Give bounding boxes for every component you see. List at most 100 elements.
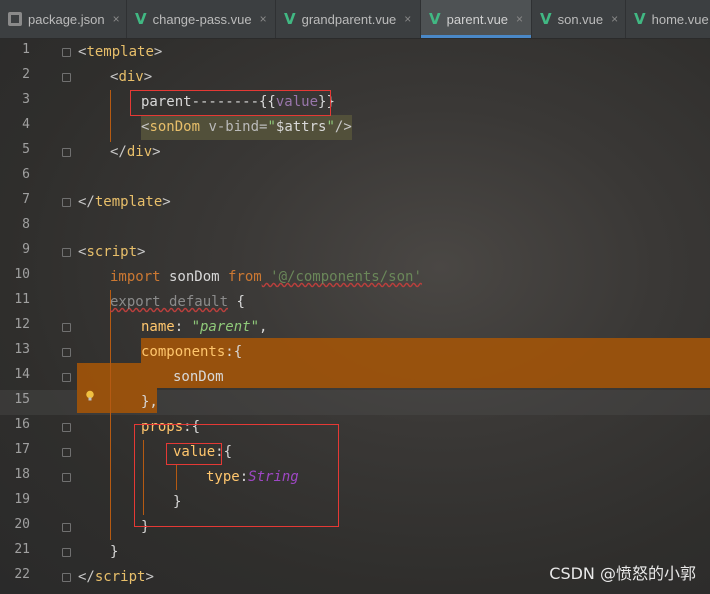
tab-grandparent[interactable]: V grandparent.vue × bbox=[276, 0, 421, 38]
fold-marker-icon[interactable] bbox=[62, 323, 71, 332]
line-number: 20 bbox=[14, 517, 30, 532]
vue-icon: V bbox=[634, 10, 646, 28]
token: export default bbox=[110, 294, 229, 310]
fold-marker-icon[interactable] bbox=[62, 573, 71, 582]
line-number: 8 bbox=[22, 217, 30, 232]
token: : bbox=[174, 319, 192, 335]
tab-package-json[interactable]: package.json × bbox=[0, 0, 127, 38]
line-number: 1 bbox=[22, 42, 30, 57]
fold-marker-icon[interactable] bbox=[62, 373, 71, 382]
close-icon[interactable]: × bbox=[404, 12, 411, 26]
editor-tab-bar: package.json × V change-pass.vue × V gra… bbox=[0, 0, 710, 39]
tab-change-pass[interactable]: V change-pass.vue × bbox=[127, 0, 276, 38]
line-number: 21 bbox=[14, 542, 30, 557]
token: :{ bbox=[225, 344, 243, 360]
line-number: 15 bbox=[14, 392, 30, 407]
code-line: <sonDom v-bind="$attrs"/> bbox=[141, 115, 352, 140]
json-file-icon bbox=[8, 12, 22, 26]
tab-label: son.vue bbox=[557, 11, 604, 27]
line-number: 2 bbox=[22, 67, 30, 82]
line-number: 4 bbox=[22, 117, 30, 132]
code-line: import sonDom from '@/components/son' bbox=[110, 265, 422, 290]
token: , bbox=[259, 319, 268, 335]
token: '@/components/son' bbox=[261, 269, 422, 285]
lightbulb-icon[interactable] bbox=[85, 390, 95, 402]
close-icon[interactable]: × bbox=[113, 12, 120, 26]
token: template bbox=[86, 44, 154, 60]
ide-window: package.json × V change-pass.vue × V gra… bbox=[0, 0, 710, 594]
vue-icon: V bbox=[540, 10, 552, 28]
vue-icon: V bbox=[135, 10, 147, 28]
token: > bbox=[153, 44, 163, 60]
fold-marker-icon[interactable] bbox=[62, 423, 71, 432]
code-line: </div> bbox=[110, 144, 161, 160]
tab-label: grandparent.vue bbox=[301, 11, 397, 27]
annotation-box bbox=[130, 90, 331, 116]
code-line: </template> bbox=[78, 194, 171, 210]
fold-marker-icon[interactable] bbox=[62, 348, 71, 357]
token: v-bind= bbox=[200, 119, 268, 135]
token: components bbox=[141, 344, 226, 360]
line-number: 12 bbox=[14, 317, 30, 332]
fold-marker-icon[interactable] bbox=[62, 48, 71, 57]
code-line: <script> bbox=[78, 244, 146, 260]
line-number: 17 bbox=[14, 442, 30, 457]
tab-label: package.json bbox=[28, 11, 105, 27]
tab-label: home.vue bbox=[651, 11, 709, 27]
token: " bbox=[267, 119, 276, 135]
token: > bbox=[143, 69, 153, 85]
close-icon[interactable]: × bbox=[260, 12, 267, 26]
fold-marker-icon[interactable] bbox=[62, 523, 71, 532]
token: " bbox=[326, 119, 335, 135]
token: div bbox=[118, 69, 144, 85]
line-number: 22 bbox=[14, 567, 30, 582]
token: import bbox=[110, 269, 161, 285]
close-icon[interactable]: × bbox=[611, 12, 618, 26]
code-line: export default { bbox=[110, 290, 245, 315]
line-number: 3 bbox=[22, 92, 30, 107]
line-number: 10 bbox=[14, 267, 30, 282]
tab-label: parent.vue bbox=[446, 11, 509, 27]
fold-marker-icon[interactable] bbox=[62, 73, 71, 82]
line-number: 18 bbox=[14, 467, 30, 482]
fold-marker-icon[interactable] bbox=[62, 548, 71, 557]
token: name bbox=[141, 319, 175, 335]
code-line: }, bbox=[141, 394, 158, 410]
tab-home[interactable]: V home.vue bbox=[626, 0, 710, 38]
fold-marker-icon[interactable] bbox=[62, 148, 71, 157]
fold-marker-icon[interactable] bbox=[62, 248, 71, 257]
line-number: 5 bbox=[22, 142, 30, 157]
token: { bbox=[228, 294, 245, 310]
code-line: <template> bbox=[78, 40, 162, 65]
tab-son[interactable]: V son.vue × bbox=[532, 0, 626, 38]
line-number: 7 bbox=[22, 192, 30, 207]
indent-guide bbox=[110, 290, 111, 540]
code-line: } bbox=[110, 544, 119, 560]
tab-label: change-pass.vue bbox=[152, 11, 252, 27]
line-number: 16 bbox=[14, 417, 30, 432]
token: "parent" bbox=[191, 319, 260, 335]
code-editor[interactable]: 1 2 3 4 5 6 7 8 9 10 11 12 13 14 15 16 1… bbox=[0, 38, 710, 594]
vue-icon: V bbox=[284, 10, 296, 28]
fold-marker-icon[interactable] bbox=[62, 473, 71, 482]
fold-marker-icon[interactable] bbox=[62, 448, 71, 457]
token: /> bbox=[334, 119, 352, 135]
token: template bbox=[94, 194, 163, 210]
line-number: 6 bbox=[22, 167, 30, 182]
line-number: 19 bbox=[14, 492, 30, 507]
token: sonDom bbox=[149, 119, 201, 135]
code-line: </script> bbox=[78, 569, 154, 585]
code-line: <div> bbox=[110, 65, 152, 90]
fold-marker-icon[interactable] bbox=[62, 198, 71, 207]
line-number: 14 bbox=[14, 367, 30, 382]
annotation-box bbox=[134, 424, 339, 527]
code-line: name: "parent", bbox=[141, 315, 267, 340]
token: div bbox=[126, 144, 153, 160]
token: script bbox=[94, 569, 146, 585]
token: script bbox=[86, 244, 138, 260]
token: sonDom bbox=[160, 269, 229, 285]
close-icon[interactable]: × bbox=[516, 12, 523, 26]
line-number: 9 bbox=[22, 242, 30, 257]
selection-highlight bbox=[77, 363, 710, 388]
tab-parent[interactable]: V parent.vue × bbox=[421, 0, 532, 38]
